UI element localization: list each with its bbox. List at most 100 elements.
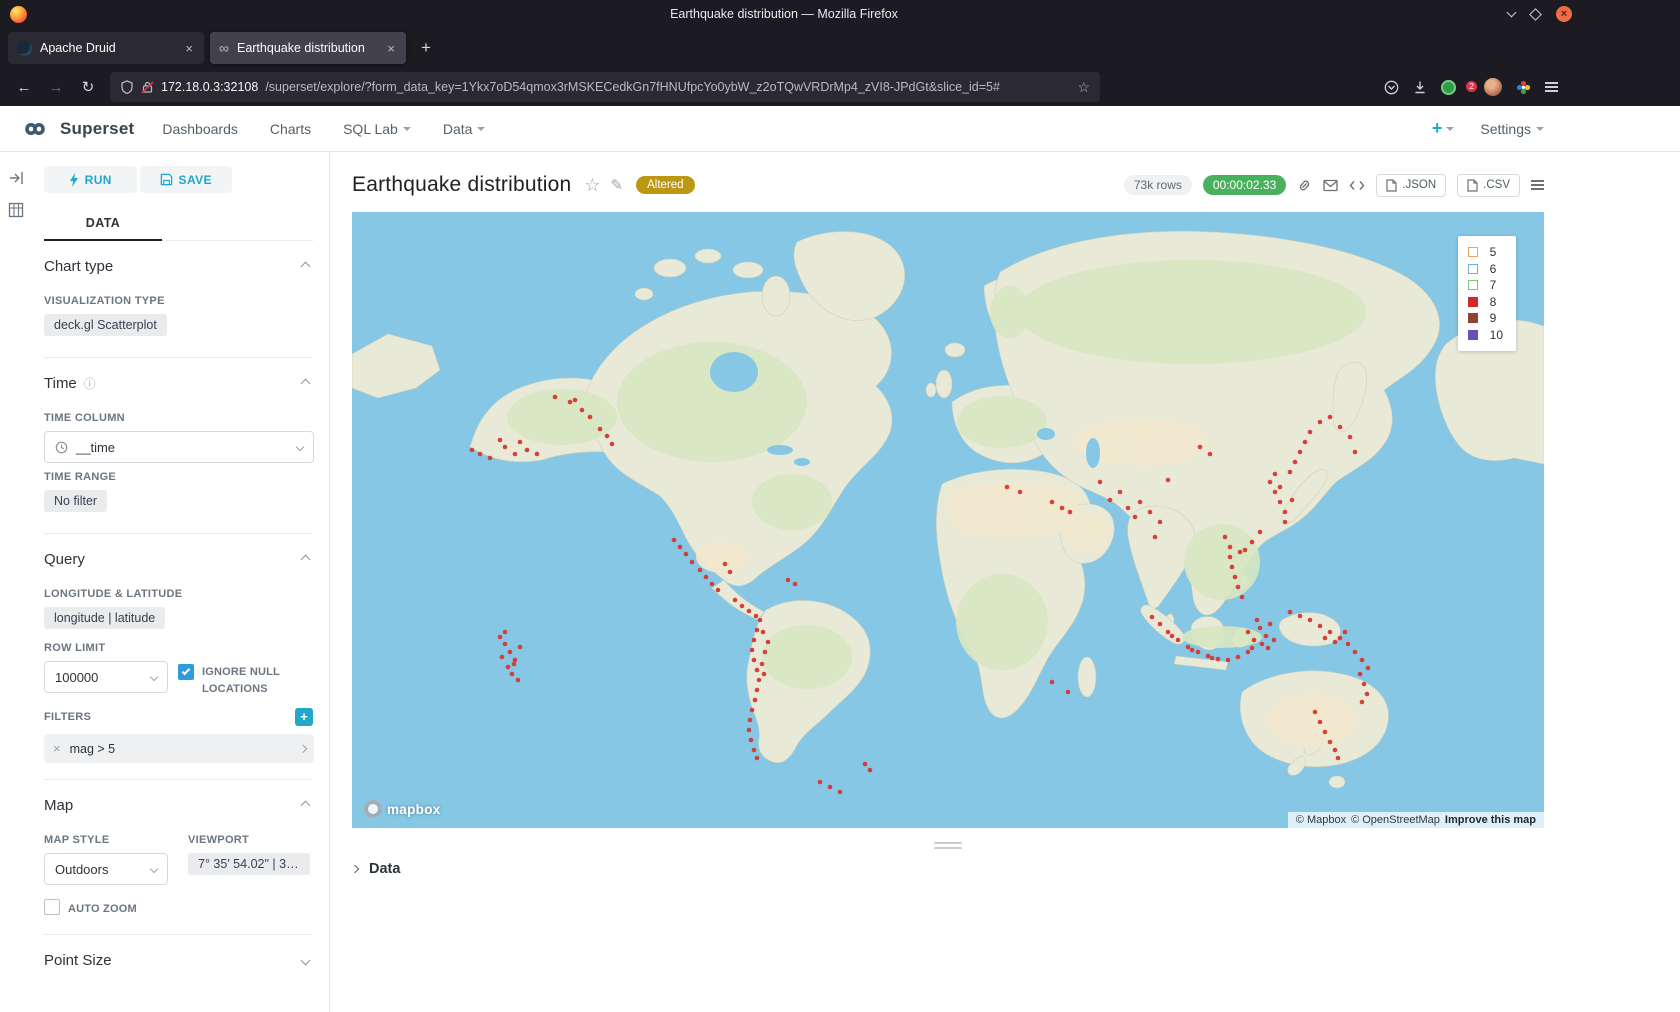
settings-menu[interactable]: Settings	[1480, 121, 1544, 137]
save-button[interactable]: SAVE	[140, 166, 233, 193]
lonlat-label: LONGITUDE & LATITUDE	[44, 588, 313, 600]
nav-item-dashboards[interactable]: Dashboards	[162, 121, 238, 137]
nav-item-sql-lab[interactable]: SQL Lab	[343, 121, 411, 137]
superset-logo[interactable]: Superset	[18, 118, 134, 140]
email-icon[interactable]	[1323, 179, 1338, 192]
add-filter-button[interactable]: +	[295, 708, 313, 726]
section-time[interactable]: Time ⓘ	[44, 358, 313, 404]
auto-zoom-checkbox[interactable]: AUTO ZOOM	[44, 899, 313, 918]
lonlat-chip[interactable]: longitude | latitude	[44, 607, 165, 629]
downloads-icon[interactable]	[1413, 80, 1427, 94]
browser-tab-earthquake-distribution[interactable]: ∞ Earthquake distribution ×	[210, 32, 406, 64]
nav-item-data[interactable]: Data	[443, 121, 486, 137]
embed-code-icon[interactable]	[1349, 179, 1365, 192]
profile-avatar[interactable]	[1484, 78, 1502, 96]
tab-close-icon[interactable]: ×	[385, 41, 397, 56]
legend-item[interactable]: 10	[1468, 327, 1503, 344]
new-item-button[interactable]: +	[1432, 118, 1455, 139]
auto-zoom-label: AUTO ZOOM	[68, 901, 137, 918]
viz-type-chip[interactable]: deck.gl Scatterplot	[44, 314, 167, 336]
nav-item-charts[interactable]: Charts	[270, 121, 311, 137]
url-host: 172.18.0.3:32108	[161, 80, 258, 94]
lightning-icon	[69, 173, 79, 187]
dataset-grid-icon[interactable]	[8, 202, 24, 218]
url-bar[interactable]: 172.18.0.3:32108 /superset/explore/?form…	[110, 72, 1100, 102]
time-range-chip[interactable]: No filter	[44, 490, 107, 512]
panel-tabs: DATA	[44, 207, 313, 241]
row-limit-value: 100000	[55, 670, 98, 685]
extension-icon-green[interactable]	[1441, 80, 1456, 95]
time-column-select[interactable]: __time	[44, 431, 314, 463]
reload-button[interactable]: ↻	[74, 73, 102, 101]
browser-tab-apache-druid[interactable]: Apache Druid ×	[8, 32, 204, 64]
share-link-icon[interactable]	[1297, 178, 1312, 193]
favorite-star-icon[interactable]: ☆	[584, 175, 600, 196]
chart-menu-icon[interactable]	[1531, 184, 1544, 186]
extension-icon-pinwheel[interactable]	[1516, 80, 1531, 95]
chevron-up-icon	[301, 555, 311, 565]
collapse-panel-icon[interactable]	[8, 170, 24, 186]
file-icon	[1386, 179, 1397, 192]
time-range-label: TIME RANGE	[44, 471, 313, 483]
filter-chip[interactable]: × mag > 5	[44, 734, 314, 763]
legend-label: 6	[1490, 262, 1497, 276]
section-map[interactable]: Map	[44, 780, 313, 826]
checkbox-checked-icon	[178, 664, 194, 680]
window-titlebar: Earthquake distribution — Mozilla Firefo…	[0, 0, 1680, 28]
row-limit-select[interactable]: 100000	[44, 661, 168, 693]
data-panel-toggle[interactable]: Data	[352, 861, 1680, 877]
ignore-null-checkbox[interactable]: IGNORE NULL LOCATIONS	[178, 664, 313, 698]
viewport-chip[interactable]: 7° 35' 54.02" | 31...	[188, 853, 310, 875]
window-maximize-button[interactable]	[1529, 8, 1542, 21]
map-canvas[interactable]: 5678910 mapbox © Mapbox © OpenStreetMap …	[352, 212, 1544, 828]
nav-label: Dashboards	[162, 121, 238, 137]
legend-item[interactable]: 6	[1468, 261, 1503, 278]
legend-item[interactable]: 7	[1468, 277, 1503, 294]
run-button[interactable]: RUN	[44, 166, 137, 193]
tab-data[interactable]: DATA	[44, 207, 162, 241]
browser-tab-bar: Apache Druid × ∞ Earthquake distribution…	[0, 28, 1680, 68]
back-button[interactable]: ←	[10, 73, 38, 101]
chevron-up-icon	[301, 801, 311, 811]
new-tab-button[interactable]: +	[412, 34, 440, 62]
window-close-button[interactable]: ×	[1556, 6, 1572, 22]
info-icon[interactable]: ⓘ	[84, 375, 96, 392]
mapbox-logo[interactable]: mapbox	[364, 800, 441, 818]
altered-badge[interactable]: Altered	[636, 176, 694, 194]
improve-map-link[interactable]: Improve this map	[1445, 814, 1536, 826]
insecure-lock-icon[interactable]	[141, 80, 154, 94]
download-csv-button[interactable]: .CSV	[1457, 174, 1520, 197]
clock-icon	[55, 441, 68, 454]
section-point-size[interactable]: Point Size	[44, 935, 313, 981]
rows-badge: 73k rows	[1124, 175, 1192, 195]
legend-item[interactable]: 8	[1468, 294, 1503, 311]
filters-label: FILTERS	[44, 711, 91, 723]
remove-filter-icon[interactable]: ×	[53, 741, 61, 756]
legend-label: 9	[1490, 311, 1497, 325]
legend-label: 8	[1490, 295, 1497, 309]
bookmark-star-icon[interactable]: ☆	[1077, 79, 1090, 96]
mapbox-attribution-link[interactable]: © Mapbox	[1296, 814, 1346, 826]
legend-swatch-icon	[1468, 280, 1478, 290]
section-chart-type[interactable]: Chart type	[44, 241, 313, 287]
save-disk-icon	[160, 173, 173, 186]
map-style-select[interactable]: Outdoors	[44, 853, 168, 885]
download-json-button[interactable]: .JSON	[1376, 174, 1446, 197]
edit-properties-icon[interactable]: ✎	[611, 176, 624, 194]
chevron-right-icon	[351, 865, 359, 873]
tab-close-icon[interactable]: ×	[183, 41, 195, 56]
extension-badge-count: 2	[1466, 81, 1477, 92]
superset-infinity-icon	[18, 118, 52, 140]
browser-menu-icon[interactable]	[1545, 86, 1558, 88]
brand-name: Superset	[60, 119, 134, 139]
legend-item[interactable]: 5	[1468, 244, 1503, 261]
window-minimize-button[interactable]	[1507, 8, 1517, 18]
chart-area: Earthquake distribution ☆ ✎ Altered 73k …	[330, 152, 1680, 1012]
forward-button[interactable]: →	[42, 73, 70, 101]
osm-attribution-link[interactable]: © OpenStreetMap	[1351, 814, 1440, 826]
tracking-shield-icon[interactable]	[120, 80, 134, 94]
section-query[interactable]: Query	[44, 534, 313, 580]
data-panel-resize-handle[interactable]	[352, 842, 1544, 849]
pocket-icon[interactable]	[1384, 80, 1399, 95]
legend-item[interactable]: 9	[1468, 310, 1503, 327]
